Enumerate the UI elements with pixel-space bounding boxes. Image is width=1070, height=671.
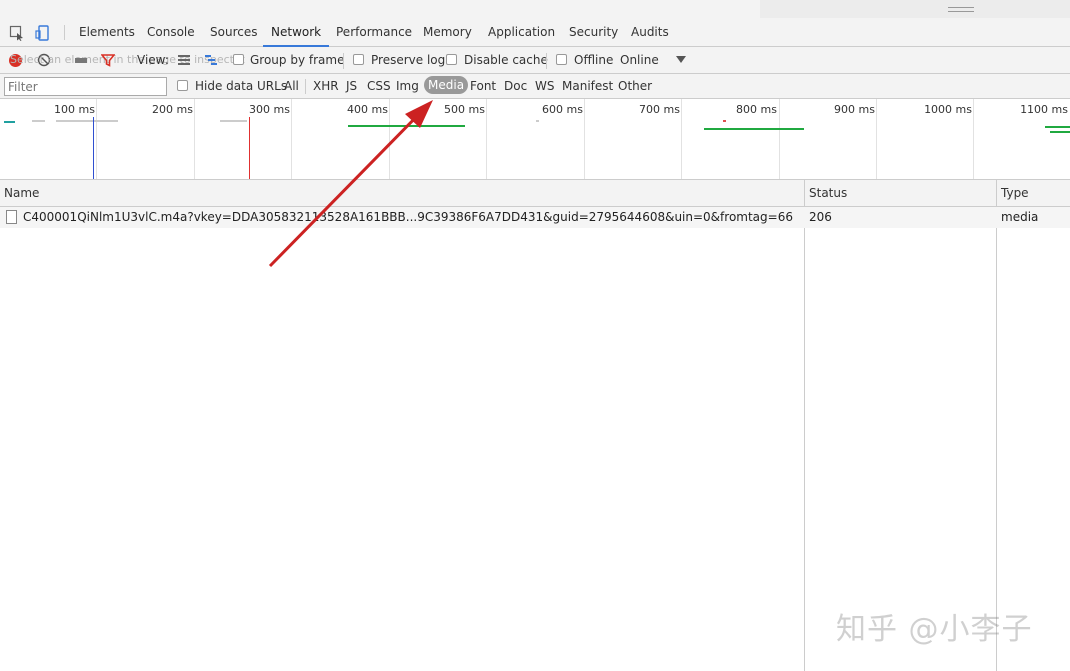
timeline-tick-label: 1100 ms — [1020, 103, 1068, 116]
tab-audits[interactable]: Audits — [631, 18, 669, 47]
tab-sources[interactable]: Sources — [210, 18, 257, 47]
timeline-tick-label: 1000 ms — [924, 103, 972, 116]
timeline-tick-label: 900 ms — [834, 103, 875, 116]
timeline-bar — [1050, 131, 1070, 133]
column-divider[interactable] — [996, 180, 997, 671]
filter-type-doc[interactable]: Doc — [504, 79, 527, 93]
timeline-gridline — [96, 99, 97, 179]
column-header-name[interactable]: Name — [0, 180, 804, 207]
toolbar-divider — [343, 53, 344, 69]
disable-cache-checkbox[interactable] — [446, 54, 457, 65]
drag-handle-icon[interactable] — [948, 7, 974, 12]
request-name[interactable]: C400001QiNlm1U3vlC.m4a?vkey=DDA305832113… — [23, 210, 799, 224]
timeline-bar — [56, 120, 118, 122]
timeline-gridline — [486, 99, 487, 179]
timeline-gridline — [973, 99, 974, 179]
file-icon — [6, 210, 17, 224]
timeline-bar — [348, 125, 465, 127]
timeline-tick-label: 600 ms — [542, 103, 583, 116]
timeline-bar — [32, 120, 45, 122]
request-status: 206 — [809, 210, 832, 224]
filter-type-other[interactable]: Other — [618, 79, 652, 93]
screenshot-capture-icon[interactable] — [74, 53, 88, 67]
filter-bar: Hide data URLs All XHR JS CSS Img Media … — [0, 74, 1070, 99]
dom-content-loaded-marker — [93, 117, 94, 179]
timeline-bar — [536, 120, 539, 122]
hide-data-urls-checkbox[interactable] — [177, 80, 188, 91]
tab-elements[interactable]: Elements — [79, 18, 135, 47]
timeline-tick-label: 300 ms — [249, 103, 290, 116]
timeline-bar — [4, 121, 15, 123]
hide-data-urls-label: Hide data URLs — [195, 79, 288, 93]
filter-input[interactable] — [4, 77, 167, 96]
filter-divider — [305, 79, 306, 94]
group-by-frame-label: Group by frame — [250, 53, 345, 67]
timeline-tick-label: 500 ms — [444, 103, 485, 116]
filter-type-media[interactable]: Media — [424, 76, 469, 94]
filter-type-img[interactable]: Img — [396, 79, 419, 93]
timeline-bar — [704, 128, 804, 130]
tabbar-divider — [64, 25, 65, 40]
requests-table: Name Status Type C400001QiNlm1U3vlC.m4a?… — [0, 180, 1070, 671]
load-event-marker — [249, 117, 250, 179]
timeline-tick-label: 100 ms — [54, 103, 95, 116]
toolbar-divider — [546, 53, 547, 69]
timeline-bar — [1045, 126, 1070, 128]
table-row[interactable]: C400001QiNlm1U3vlC.m4a?vkey=DDA305832113… — [0, 207, 1070, 228]
column-divider[interactable] — [804, 180, 805, 671]
column-header-status[interactable]: Status — [805, 180, 996, 207]
preserve-log-label: Preserve log — [371, 53, 446, 67]
timeline-tick-label: 200 ms — [152, 103, 193, 116]
filter-type-css[interactable]: CSS — [367, 79, 391, 93]
filter-type-manifest[interactable]: Manifest — [562, 79, 613, 93]
timeline-tick-label: 800 ms — [736, 103, 777, 116]
timeline-gridline — [389, 99, 390, 179]
devtools-tabbar: Elements Console Sources Network Perform… — [0, 18, 1070, 47]
window-top-right-area — [760, 0, 1070, 18]
tab-network[interactable]: Network — [263, 18, 330, 47]
watermark: 知乎 @小李子 — [836, 612, 1033, 647]
chevron-down-icon[interactable] — [676, 56, 686, 63]
filter-type-xhr[interactable]: XHR — [313, 79, 339, 93]
device-toolbar-icon[interactable] — [35, 25, 51, 41]
timeline-gridline — [584, 99, 585, 179]
timeline-overview[interactable]: 100 ms 200 ms 300 ms 400 ms 500 ms 600 m… — [0, 99, 1070, 180]
group-by-frame-checkbox[interactable] — [233, 54, 244, 65]
window-top-strip — [0, 0, 1070, 18]
tab-security[interactable]: Security — [569, 18, 618, 47]
inspect-element-icon[interactable] — [9, 25, 25, 41]
timeline-bar — [220, 120, 247, 122]
offline-checkbox[interactable] — [556, 54, 567, 65]
timeline-gridline — [681, 99, 682, 179]
view-label: View: — [137, 53, 169, 67]
filter-icon[interactable] — [101, 53, 115, 67]
filter-type-js[interactable]: JS — [346, 79, 357, 93]
timeline-bar — [723, 120, 726, 122]
disable-cache-label: Disable cache — [464, 53, 548, 67]
tab-console[interactable]: Console — [147, 18, 195, 47]
large-rows-icon[interactable] — [177, 53, 191, 67]
timeline-gridline — [876, 99, 877, 179]
filter-type-font[interactable]: Font — [470, 79, 496, 93]
timeline-tick-label: 400 ms — [347, 103, 388, 116]
timeline-gridline — [779, 99, 780, 179]
throttling-select[interactable]: Online — [620, 53, 659, 67]
waterfall-overview-icon[interactable] — [204, 53, 218, 67]
network-toolbar: Select an element in the page to inspect… — [0, 47, 1070, 74]
filter-type-all[interactable]: All — [284, 79, 299, 93]
request-type: media — [1001, 210, 1039, 224]
tab-application[interactable]: Application — [488, 18, 555, 47]
timeline-gridline — [194, 99, 195, 179]
filter-type-ws[interactable]: WS — [535, 79, 554, 93]
tab-memory[interactable]: Memory — [423, 18, 472, 47]
column-header-type[interactable]: Type — [997, 180, 1070, 207]
preserve-log-checkbox[interactable] — [353, 54, 364, 65]
timeline-gridline — [291, 99, 292, 179]
timeline-tick-label: 700 ms — [639, 103, 680, 116]
offline-label: Offline — [574, 53, 614, 67]
tab-performance[interactable]: Performance — [336, 18, 412, 47]
